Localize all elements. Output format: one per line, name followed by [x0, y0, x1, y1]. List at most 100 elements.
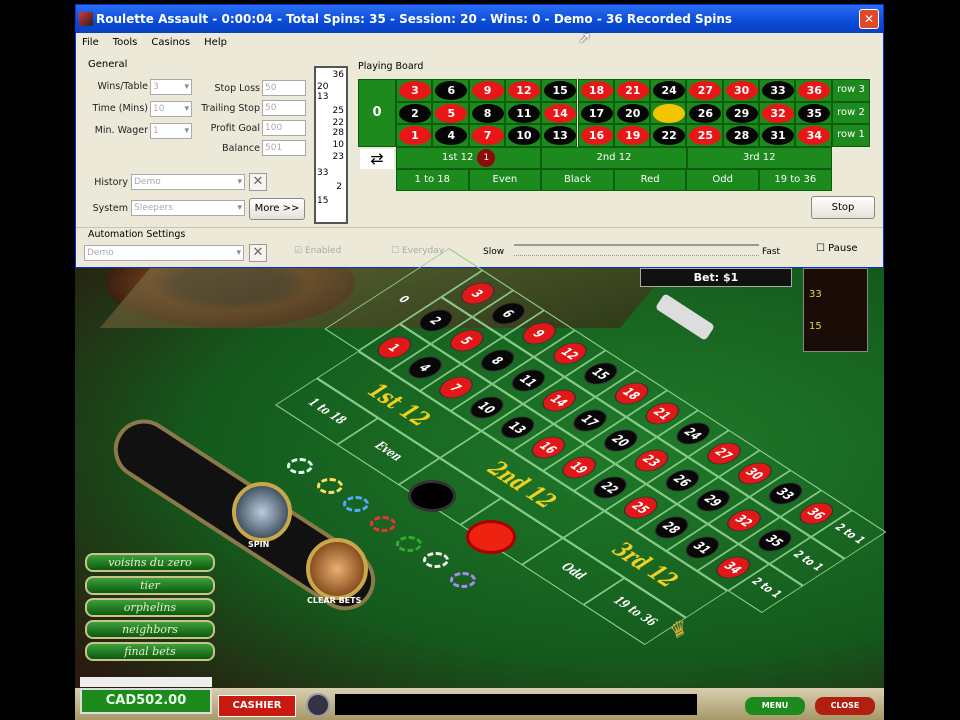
clear-profile-button[interactable]: ✕	[249, 244, 267, 262]
black-bet-spot[interactable]	[408, 480, 456, 512]
number-20: 20	[616, 103, 649, 123]
number-cell[interactable]: 4	[432, 124, 469, 148]
outside-bet[interactable]: Red	[613, 169, 687, 191]
clear-history-button[interactable]: ✕	[249, 173, 267, 191]
menu-file[interactable]: File	[82, 35, 99, 51]
number-cell[interactable]: 11	[504, 101, 542, 125]
number-cell[interactable]: 6	[432, 79, 469, 102]
system-select[interactable]: Sleepers	[131, 200, 245, 216]
recycle-icon[interactable]: ⇄	[360, 149, 394, 169]
number-cell[interactable]: 12	[504, 79, 542, 102]
number-cell[interactable]: 17	[577, 101, 614, 125]
number-cell[interactable]: 27	[686, 79, 723, 102]
number-cell[interactable]: 26	[686, 101, 723, 125]
menu-button[interactable]: MENU	[745, 697, 805, 715]
pause-label: Pause	[828, 243, 858, 254]
automation-heading: Automation Settings	[88, 229, 186, 240]
balance-input[interactable]: 501	[262, 140, 306, 156]
number-cell[interactable]	[650, 101, 687, 125]
stop-button[interactable]: Stop	[811, 196, 875, 219]
wins-table-select[interactable]: 3	[150, 79, 192, 95]
chip[interactable]	[450, 572, 476, 588]
chip[interactable]	[343, 496, 369, 512]
row-bet[interactable]: row 3	[832, 79, 870, 102]
number-cell[interactable]: 34	[795, 124, 832, 148]
number-cell[interactable]: 32	[759, 101, 796, 125]
outside-bet[interactable]: 1 to 18	[396, 169, 469, 191]
everyday-checkbox[interactable]: ☐ Everyday	[391, 246, 444, 256]
clear-bets-button[interactable]	[306, 538, 368, 600]
number-cell[interactable]: 5	[432, 101, 469, 125]
enabled-checkbox[interactable]: ☑ Enabled	[294, 246, 341, 256]
more-button[interactable]: More >>	[249, 198, 305, 220]
trailing-stop-input[interactable]: 50	[262, 100, 306, 116]
dozen-bet[interactable]: 2nd 12	[541, 147, 687, 169]
chip[interactable]	[287, 458, 313, 474]
number-cell[interactable]: 13	[541, 124, 578, 148]
speed-slider[interactable]	[514, 244, 759, 256]
outside-bet[interactable]: Odd	[686, 169, 759, 191]
number-cell[interactable]: 15	[541, 79, 578, 102]
number-cell[interactable]: 19	[613, 124, 651, 148]
number-cell[interactable]: 9	[468, 79, 505, 102]
number-cell[interactable]: 1	[396, 124, 433, 148]
number-cell[interactable]: 28	[722, 124, 759, 148]
chip[interactable]	[423, 552, 449, 568]
number-cell[interactable]: 31	[759, 124, 796, 148]
number-cell[interactable]: 3	[396, 79, 433, 102]
outside-bet[interactable]: Even	[468, 169, 542, 191]
pause-checkbox[interactable]: ☐ Pause	[816, 243, 858, 254]
spin-entry: 2	[336, 182, 342, 192]
number-cell[interactable]: 25	[686, 124, 723, 148]
number-cell[interactable]: 30	[722, 79, 759, 102]
time-select[interactable]: 10	[150, 101, 192, 117]
zero-cell[interactable]: 0	[358, 79, 396, 147]
stop-loss-input[interactable]: 50	[262, 80, 306, 96]
menu-help[interactable]: Help	[204, 35, 227, 51]
side-bet-orphelins[interactable]: orphelins	[85, 598, 215, 617]
side-bet-neighbors[interactable]: neighbors	[85, 620, 215, 639]
outside-bet[interactable]: 19 to 36	[759, 169, 832, 191]
cashier-button[interactable]: CASHIER	[218, 695, 296, 717]
number-cell[interactable]: 8	[468, 101, 505, 125]
row-bet[interactable]: row 1	[832, 124, 870, 148]
number-cell[interactable]: 35	[795, 101, 832, 125]
number-cell[interactable]: 10	[504, 124, 542, 148]
number-cell[interactable]: 29	[722, 101, 759, 125]
side-bet-final[interactable]: final bets	[85, 642, 215, 661]
number-cell[interactable]: 7	[468, 124, 505, 148]
chip[interactable]	[317, 478, 343, 494]
automation-profile-select[interactable]: Demo	[84, 245, 244, 261]
number-cell[interactable]: 22	[650, 124, 687, 148]
number-cell[interactable]: 33	[759, 79, 796, 102]
number-cell[interactable]: 36	[795, 79, 832, 102]
menu-tools[interactable]: Tools	[113, 35, 138, 51]
spin-button[interactable]	[232, 482, 292, 542]
spin-entry: 22	[332, 118, 344, 128]
chip[interactable]	[396, 536, 422, 552]
row-bet[interactable]: row 2	[832, 101, 870, 125]
min-wager-select[interactable]: 1	[150, 123, 192, 139]
number-cell[interactable]: 18	[577, 79, 614, 102]
menu-casinos[interactable]: Casinos	[151, 35, 190, 51]
number-cell[interactable]: 16	[577, 124, 614, 148]
history-entry: 33	[809, 289, 822, 300]
number-cell[interactable]: 24	[650, 79, 687, 102]
number-cell[interactable]: 20	[613, 101, 651, 125]
red-bet-spot[interactable]	[466, 520, 516, 554]
dozen-bet[interactable]: 3rd 12	[686, 147, 832, 169]
chip[interactable]	[370, 516, 396, 532]
side-bet-tier[interactable]: tier	[85, 576, 215, 595]
recorded-spins-list[interactable]: 36 20 13 25 22 28 10 23 33 2 15	[314, 66, 348, 224]
close-button[interactable]: ✕	[859, 9, 879, 29]
dozen-bet[interactable]: 1st 12 1	[396, 147, 542, 169]
history-select[interactable]: Demo	[131, 174, 245, 190]
side-bet-voisins[interactable]: voisins du zero	[85, 553, 215, 572]
number-cell[interactable]: 2	[396, 101, 433, 125]
number-cell[interactable]: 14	[541, 101, 578, 125]
outside-bet[interactable]: Black	[541, 169, 614, 191]
number-cell[interactable]: 21	[613, 79, 651, 102]
profit-goal-input[interactable]: 100	[262, 120, 306, 136]
help-icon[interactable]	[306, 693, 330, 717]
close-game-button[interactable]: CLOSE	[815, 697, 875, 715]
